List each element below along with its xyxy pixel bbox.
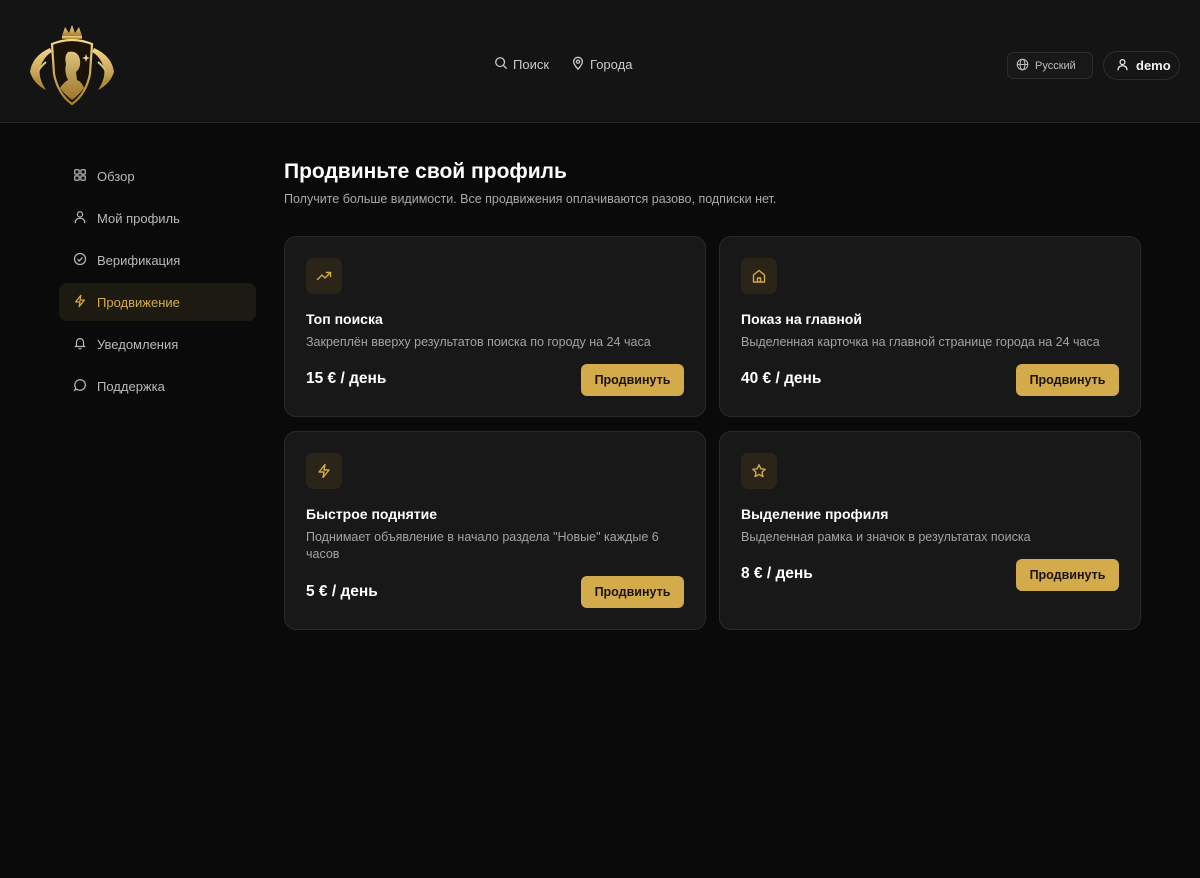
promote-button[interactable]: Продвинуть [1016, 364, 1119, 396]
card-price: 15 € / день [306, 370, 387, 387]
card-title: Быстрое поднятие [306, 506, 438, 522]
globe-icon [1016, 58, 1029, 74]
card-price: 40 € / день [741, 370, 822, 387]
username-label: demo [1136, 58, 1171, 73]
nav-search-label: Поиск [513, 57, 550, 72]
promote-button[interactable]: Продвинуть [1016, 559, 1119, 591]
top-header: Поиск Города Русский demo [0, 0, 1200, 123]
sidebar-item-overview[interactable]: Обзор [59, 157, 256, 195]
star-icon [741, 453, 777, 489]
lightning-icon [73, 294, 87, 311]
main-nav: Поиск Города [494, 56, 632, 73]
sidebar-item-verification[interactable]: Верификация [59, 241, 256, 279]
promo-card-homepage: Показ на главной Выделенная карточка на … [719, 236, 1141, 417]
promote-button[interactable]: Продвинуть [581, 364, 684, 396]
promo-card-highlight: Выделение профиля Выделенная рамка и зна… [719, 431, 1141, 630]
sidebar-item-label: Обзор [97, 168, 135, 184]
promote-button[interactable]: Продвинуть [581, 576, 684, 608]
user-menu-button[interactable]: demo [1103, 51, 1180, 80]
card-price: 5 € / день [306, 583, 378, 600]
card-price: 8 € / день [741, 565, 813, 582]
sidebar-item-promotion[interactable]: Продвижение [59, 283, 256, 321]
sidebar: Обзор Мой профиль Верификация Продвижени… [59, 157, 256, 409]
promo-card-top-search: Топ поиска Закреплён вверху результатов … [284, 236, 706, 417]
sidebar-item-notifications[interactable]: Уведомления [59, 325, 256, 363]
home-icon [741, 258, 777, 294]
language-label: Русский [1035, 59, 1076, 72]
card-description: Выделенная карточка на главной странице … [741, 335, 1100, 349]
user-icon [73, 210, 87, 227]
sidebar-item-label: Уведомления [97, 336, 179, 352]
sidebar-item-label: Верификация [97, 252, 181, 268]
sidebar-item-support[interactable]: Поддержка [59, 367, 256, 405]
sidebar-item-label: Продвижение [97, 294, 180, 310]
nav-search[interactable]: Поиск [494, 56, 549, 73]
bell-icon [73, 336, 87, 353]
card-description: Закреплён вверху результатов поиска по г… [306, 335, 651, 349]
sidebar-item-my-profile[interactable]: Мой профиль [59, 199, 256, 237]
user-icon [1116, 58, 1129, 74]
nav-cities[interactable]: Города [571, 56, 632, 73]
page-title: Продвиньте свой профиль [284, 160, 567, 183]
promo-card-quick-bump: Быстрое поднятие Поднимает объявление в … [284, 431, 706, 630]
card-title: Выделение профиля [741, 506, 889, 522]
check-circle-icon [73, 252, 87, 269]
lightning-icon [306, 453, 342, 489]
map-pin-icon [571, 56, 585, 73]
sidebar-item-label: Мой профиль [97, 210, 180, 226]
page-subtitle: Получите больше видимости. Все продвижен… [284, 192, 777, 206]
search-icon [494, 56, 508, 73]
brand-logo[interactable] [24, 22, 120, 110]
language-selector[interactable]: Русский [1007, 52, 1093, 79]
chat-icon [73, 378, 87, 395]
card-title: Топ поиска [306, 311, 383, 327]
card-description: Поднимает объявление в начало раздела "Н… [306, 530, 659, 561]
card-description: Выделенная рамка и значок в результатах … [741, 530, 1031, 544]
grid-icon [73, 168, 87, 185]
card-title: Показ на главной [741, 311, 862, 327]
sidebar-item-label: Поддержка [97, 378, 165, 394]
nav-cities-label: Города [590, 57, 633, 72]
trending-up-icon [306, 258, 342, 294]
